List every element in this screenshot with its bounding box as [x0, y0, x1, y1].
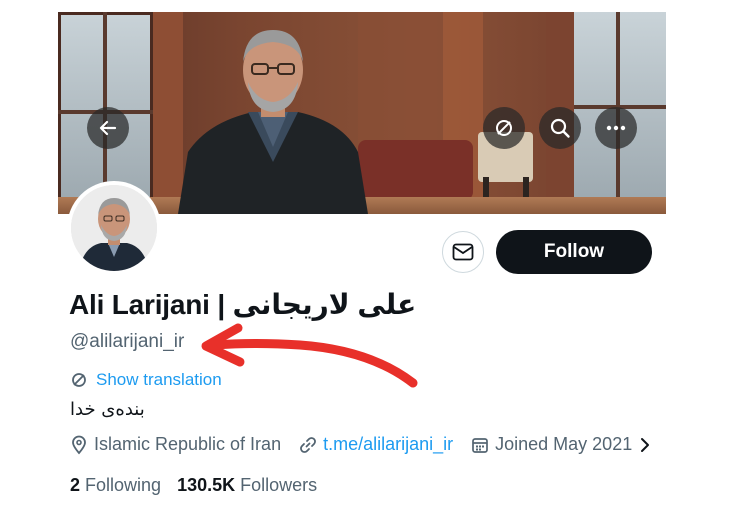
- translate-icon: [70, 371, 88, 389]
- profile-page: Follow Ali Larijani | علی لاریجانی @alil…: [0, 0, 750, 520]
- following-stat[interactable]: 2 Following: [70, 475, 161, 496]
- website-link[interactable]: t.me/alilarijani_ir: [323, 434, 453, 455]
- profile-bio: بنده‌ی خدا: [70, 399, 145, 420]
- profile-meta-row: Islamic Republic of Iran t.me/alilarijan…: [70, 434, 668, 455]
- link-icon: [299, 436, 317, 454]
- display-name: Ali Larijani | علی لاریجانی: [69, 289, 417, 320]
- translate-icon: [496, 120, 512, 136]
- arrow-left-icon: [99, 120, 117, 136]
- search-button[interactable]: [539, 107, 581, 149]
- followers-label: Followers: [240, 475, 318, 495]
- search-icon: [550, 118, 570, 138]
- user-handle: @alilarijani_ir: [70, 331, 185, 352]
- website-item[interactable]: t.me/alilarijani_ir: [299, 434, 453, 455]
- show-translation-label: Show translation: [96, 370, 222, 389]
- follow-button[interactable]: Follow: [496, 230, 652, 274]
- following-label: Following: [85, 475, 162, 495]
- follow-stats: 2 Following 130.5K Followers: [70, 475, 333, 496]
- avatar[interactable]: [67, 181, 161, 275]
- translate-button[interactable]: [483, 107, 525, 149]
- location-item: Islamic Republic of Iran: [70, 434, 281, 455]
- followers-stat[interactable]: 130.5K Followers: [177, 475, 317, 496]
- more-options-button[interactable]: [595, 107, 637, 149]
- joined-date: Joined May 2021: [495, 434, 633, 454]
- joined-item[interactable]: Joined May 2021: [471, 434, 650, 455]
- calendar-icon: [471, 436, 489, 454]
- more-horizontal-icon: [606, 125, 626, 131]
- show-translation-link[interactable]: Show translation: [70, 370, 222, 390]
- avatar-photo: [71, 185, 157, 271]
- location-pin-icon: [70, 435, 88, 455]
- envelope-icon: [452, 243, 474, 261]
- following-count: 2: [70, 475, 81, 495]
- chevron-right-icon: [640, 437, 650, 453]
- location-text: Islamic Republic of Iran: [94, 434, 282, 454]
- followers-count: 130.5K: [177, 475, 236, 495]
- back-button[interactable]: [87, 107, 129, 149]
- message-button[interactable]: [442, 231, 484, 273]
